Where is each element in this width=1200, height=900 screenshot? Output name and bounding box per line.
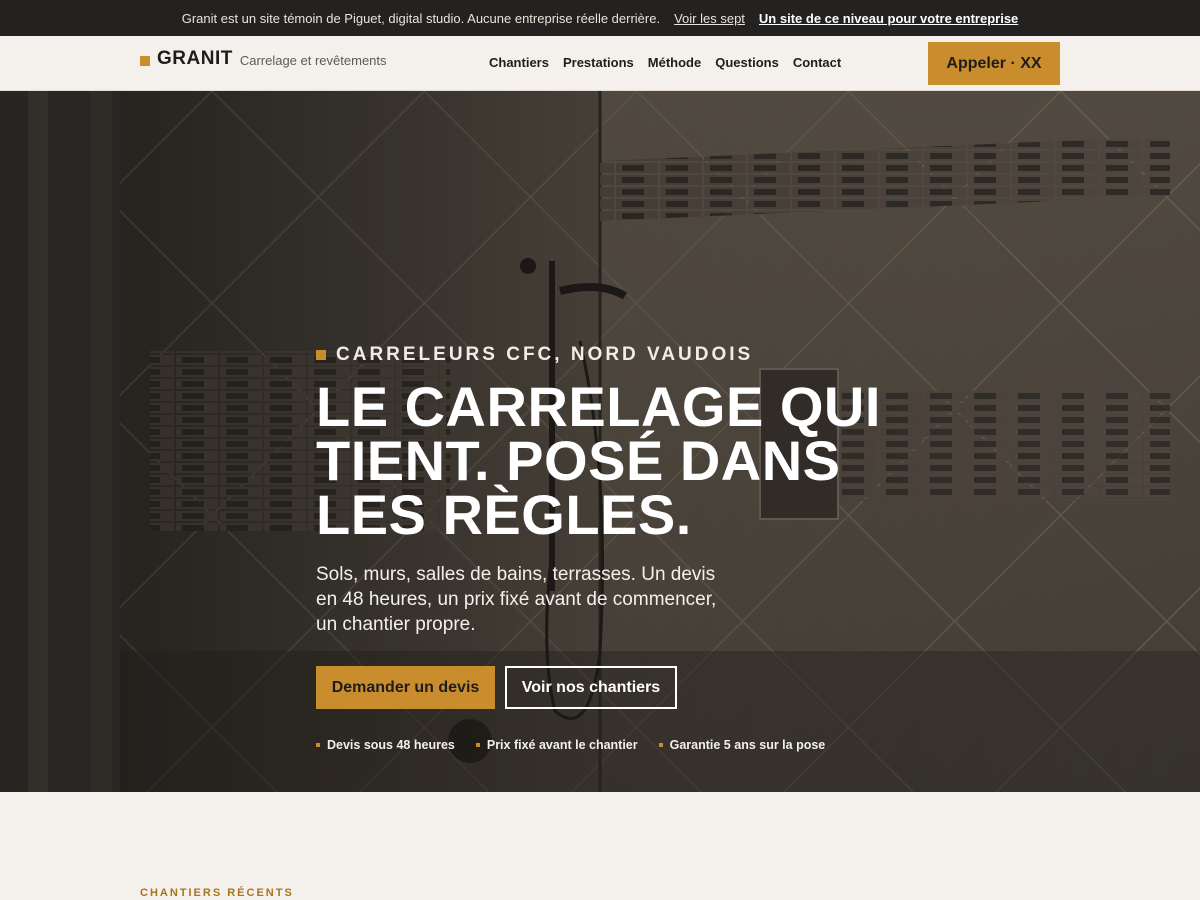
nav-item-questions[interactable]: Questions (715, 55, 779, 70)
brand-name: GRANIT (157, 48, 233, 69)
bullet-dot-icon (475, 743, 480, 747)
eyebrow-square-icon (316, 350, 326, 360)
nav-item-contact[interactable]: Contact (793, 55, 841, 70)
eyebrow-text: CARRELEURS CFC, NORD VAUDOIS (336, 344, 754, 365)
nav-item-methode[interactable]: Méthode (648, 55, 701, 70)
demo-notice-bar: Granit est un site témoin de Piguet, dig… (0, 0, 1200, 36)
bullet-item: Devis sous 48 heures (316, 738, 455, 752)
recent-projects-label: CHANTIERS RÉCENTS (140, 887, 294, 899)
hero-eyebrow: CARRELEURS CFC, NORD VAUDOIS (316, 344, 936, 366)
hero-cta-row: Demander un devis Voir nos chantiers (316, 666, 936, 709)
hero-section: CARRELEURS CFC, NORD VAUDOIS LE CARRELAG… (0, 91, 1200, 792)
bullet-dot-icon (316, 743, 320, 747)
call-button[interactable]: Appeler · XX (928, 42, 1060, 85)
site-header: GRANIT Carrelage et revêtements Chantier… (0, 36, 1200, 91)
get-site-link[interactable]: Un site de ce niveau pour votre entrepri… (759, 11, 1018, 26)
brand-square-icon (140, 56, 150, 66)
hero-title: LE CARRELAGE QUI TIENT. POSÉ DANS LES RÈ… (316, 375, 881, 546)
brand-tagline: Carrelage et revêtements (239, 52, 387, 68)
bullet-text: Devis sous 48 heures (327, 738, 455, 752)
bullet-item: Garantie 5 ans sur la pose (658, 738, 826, 752)
notice-message: Granit est un site témoin de Piguet, dig… (181, 10, 661, 26)
bullet-item: Prix fixé avant le chantier (475, 738, 638, 752)
bullet-dot-icon (658, 743, 663, 747)
view-projects-button[interactable]: Voir nos chantiers (505, 666, 677, 709)
hero-lead: Sols, murs, salles de bains, terrasses. … (316, 564, 717, 635)
hero-bullets: Devis sous 48 heures Prix fixé avant le … (316, 738, 936, 752)
main-nav: Chantiers Prestations Méthode Questions … (489, 55, 855, 70)
brand-logo[interactable]: GRANIT Carrelage et revêtements (140, 48, 387, 70)
request-quote-button[interactable]: Demander un devis (316, 666, 495, 709)
bullet-text: Prix fixé avant le chantier (486, 738, 638, 752)
nav-item-chantiers[interactable]: Chantiers (489, 55, 549, 70)
hero-content: CARRELEURS CFC, NORD VAUDOIS LE CARRELAG… (316, 344, 936, 752)
nav-item-prestations[interactable]: Prestations (563, 55, 634, 70)
see-seven-link[interactable]: Voir les sept (674, 11, 745, 26)
bullet-text: Garantie 5 ans sur la pose (669, 738, 826, 752)
